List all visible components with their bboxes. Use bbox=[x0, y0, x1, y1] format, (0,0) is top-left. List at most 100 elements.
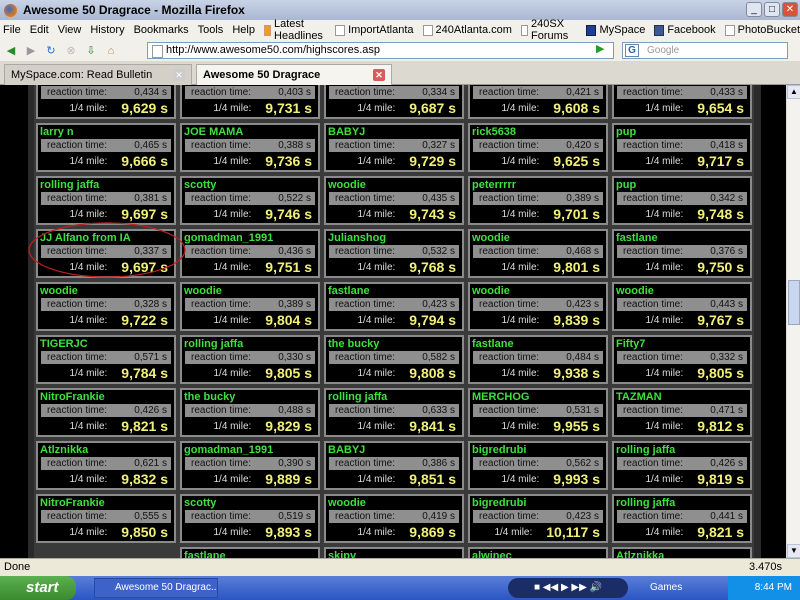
bookmark-facebook[interactable]: Facebook bbox=[654, 24, 716, 36]
player-name: scotty bbox=[184, 179, 217, 191]
back-button[interactable]: ◀ bbox=[4, 44, 18, 58]
reaction-time: 0,555 s bbox=[134, 511, 167, 522]
go-button[interactable]: ▶ bbox=[596, 42, 604, 55]
reaction-time: 0,389 s bbox=[278, 299, 311, 310]
media-player-controls[interactable]: ■ ◀◀ ▶ ▶▶ 🔊 bbox=[508, 578, 628, 598]
quarter-mile-time: 9,608 s bbox=[553, 100, 600, 116]
reaction-label: reaction time: bbox=[479, 246, 540, 257]
bookmark-photobucket[interactable]: PhotoBucket bbox=[724, 24, 800, 36]
reaction-time: 0,332 s bbox=[710, 352, 743, 363]
close-tab-icon[interactable]: ✕ bbox=[373, 69, 385, 81]
menu-help[interactable]: Help bbox=[232, 24, 255, 36]
quarter-mile-time: 9,851 s bbox=[409, 471, 456, 487]
search-input[interactable]: G Google bbox=[622, 42, 788, 59]
maximize-button[interactable]: □ bbox=[764, 2, 780, 17]
home-icon[interactable]: ⌂ bbox=[104, 44, 118, 58]
stop-icon[interactable]: ⊗ bbox=[64, 44, 78, 58]
quarter-mile-time: 9,625 s bbox=[553, 153, 600, 169]
reaction-time: 0,532 s bbox=[422, 246, 455, 257]
tab-myspace[interactable]: MySpace.com: Read Bulletin ✕ bbox=[4, 64, 192, 85]
quarter-mile-time: 9,869 s bbox=[409, 524, 456, 540]
player-name: woodie bbox=[472, 285, 510, 297]
score-card: BABYJ reaction time: 0,327 s 1/4 mile: 9,729… bbox=[324, 123, 464, 172]
player-name: Julianshog bbox=[328, 232, 387, 244]
player-name: rolling jaffa bbox=[328, 391, 388, 403]
quarter-mile-time: 9,832 s bbox=[121, 471, 168, 487]
score-card: rick5638 reaction time: 0,420 s 1/4 mile: 9,… bbox=[468, 123, 608, 172]
close-tab-icon[interactable]: ✕ bbox=[173, 69, 185, 81]
score-card: gomadman_1991 reaction time: 0,390 s 1/4 mi… bbox=[180, 441, 320, 490]
quarter-mile-time: 9,654 s bbox=[697, 100, 744, 116]
reaction-time: 0,435 s bbox=[422, 193, 455, 204]
quarter-mile-time: 9,821 s bbox=[697, 524, 744, 540]
bookmark-page-icon[interactable]: ⇩ bbox=[84, 44, 98, 58]
quarter-mile-time: 9,731 s bbox=[265, 100, 312, 116]
reaction-time: 0,571 s bbox=[134, 352, 167, 363]
player-name: fastlane bbox=[616, 232, 658, 244]
reaction-label: reaction time: bbox=[335, 299, 396, 310]
reaction-label: reaction time: bbox=[191, 246, 252, 257]
score-card: JJ Alfano from IA reaction time: 0,337 s 1/… bbox=[36, 229, 176, 278]
menu-tools[interactable]: Tools bbox=[198, 24, 224, 36]
reaction-time: 0,342 s bbox=[710, 193, 743, 204]
reaction-label: reaction time: bbox=[479, 458, 540, 469]
bookmark-240sx-forums[interactable]: 240SX Forums bbox=[520, 18, 578, 42]
menu-view[interactable]: View bbox=[58, 24, 82, 36]
menu-file[interactable]: File bbox=[3, 24, 21, 36]
player-name: TAZMAN bbox=[616, 391, 662, 403]
player-name: pup bbox=[616, 126, 637, 138]
reload-icon[interactable]: ↻ bbox=[44, 44, 58, 58]
minimize-button[interactable]: _ bbox=[746, 2, 762, 17]
reaction-label: reaction time: bbox=[191, 511, 252, 522]
quarter-mile-label: 1/4 mile: bbox=[69, 526, 108, 538]
score-card: woodie reaction time: 0,443 s 1/4 mile: 9,76… bbox=[612, 282, 752, 331]
score-card: JOE MAMA reaction time: 0,388 s 1/4 mile: 9,… bbox=[180, 123, 320, 172]
rss-icon bbox=[263, 24, 272, 36]
forward-button[interactable]: ▶ bbox=[24, 44, 38, 58]
score-card: gomadman_1991 reaction time: 0,436 s 1/4 mi… bbox=[180, 229, 320, 278]
bookmark-importatlanta[interactable]: ImportAtlanta bbox=[335, 24, 414, 36]
quarter-mile-time: 9,889 s bbox=[265, 471, 312, 487]
bookmark-240atlanta-com[interactable]: 240Atlanta.com bbox=[422, 24, 512, 36]
player-name: woodie bbox=[472, 232, 510, 244]
tab-awesome50[interactable]: Awesome 50 Dragrace ✕ bbox=[196, 64, 392, 85]
bookmark-latest-headlines[interactable]: Latest Headlines bbox=[263, 18, 326, 42]
quarter-mile-label: 1/4 mile: bbox=[213, 526, 252, 538]
score-card: woodie reaction time: 0,423 s 1/4 mile: 9,83… bbox=[468, 282, 608, 331]
tab-label: MySpace.com: Read Bulletin bbox=[11, 69, 153, 81]
taskbar: start Awesome 50 Dragrac... ■ ◀◀ ▶ ▶▶ 🔊 … bbox=[0, 576, 800, 600]
score-card: reaction time: 0,403 s 1/4 mile: 9,731 s bbox=[180, 85, 320, 119]
menu-bookmarks[interactable]: Bookmarks bbox=[134, 24, 189, 36]
quarter-mile-label: 1/4 mile: bbox=[69, 473, 108, 485]
reaction-label: reaction time: bbox=[191, 405, 252, 416]
player-name: alwinec bbox=[472, 550, 512, 558]
quarter-mile-label: 1/4 mile: bbox=[357, 473, 396, 485]
vertical-scrollbar[interactable]: ▲ ▼ bbox=[786, 85, 800, 558]
quarter-mile-time: 9,955 s bbox=[553, 418, 600, 434]
scroll-down-button[interactable]: ▼ bbox=[787, 544, 800, 558]
quarter-mile-label: 1/4 mile: bbox=[357, 420, 396, 432]
close-window-button[interactable]: ✕ bbox=[782, 2, 798, 17]
games-toolbar[interactable]: Games bbox=[650, 576, 682, 600]
page-icon bbox=[724, 24, 735, 36]
bookmark-myspace[interactable]: MySpace bbox=[586, 24, 645, 36]
scroll-up-button[interactable]: ▲ bbox=[787, 85, 800, 99]
taskbar-firefox-window[interactable]: Awesome 50 Dragrac... bbox=[94, 578, 218, 598]
quarter-mile-label: 1/4 mile: bbox=[645, 261, 684, 273]
url-bar[interactable]: http://www.awesome50.com/highscores.asp bbox=[147, 42, 614, 59]
score-card: Julianshog reaction time: 0,532 s 1/4 mile:… bbox=[324, 229, 464, 278]
menu-edit[interactable]: Edit bbox=[30, 24, 49, 36]
quarter-mile-label: 1/4 mile: bbox=[69, 208, 108, 220]
menu-history[interactable]: History bbox=[90, 24, 124, 36]
score-card: TAZMAN reaction time: 0,471 s 1/4 mile: 9,81… bbox=[612, 388, 752, 437]
quarter-mile-label: 1/4 mile: bbox=[213, 208, 252, 220]
google-icon: G bbox=[625, 44, 639, 57]
quarter-mile-time: 9,794 s bbox=[409, 312, 456, 328]
player-name: NitroFrankie bbox=[40, 391, 105, 403]
quarter-mile-time: 9,746 s bbox=[265, 206, 312, 222]
scrollbar-thumb[interactable] bbox=[788, 280, 800, 325]
quarter-mile-time: 9,850 s bbox=[121, 524, 168, 540]
quarter-mile-time: 9,805 s bbox=[265, 365, 312, 381]
start-button[interactable]: start bbox=[0, 576, 76, 600]
score-card: reaction time: 0,434 s 1/4 mile: 9,629 s bbox=[36, 85, 176, 119]
